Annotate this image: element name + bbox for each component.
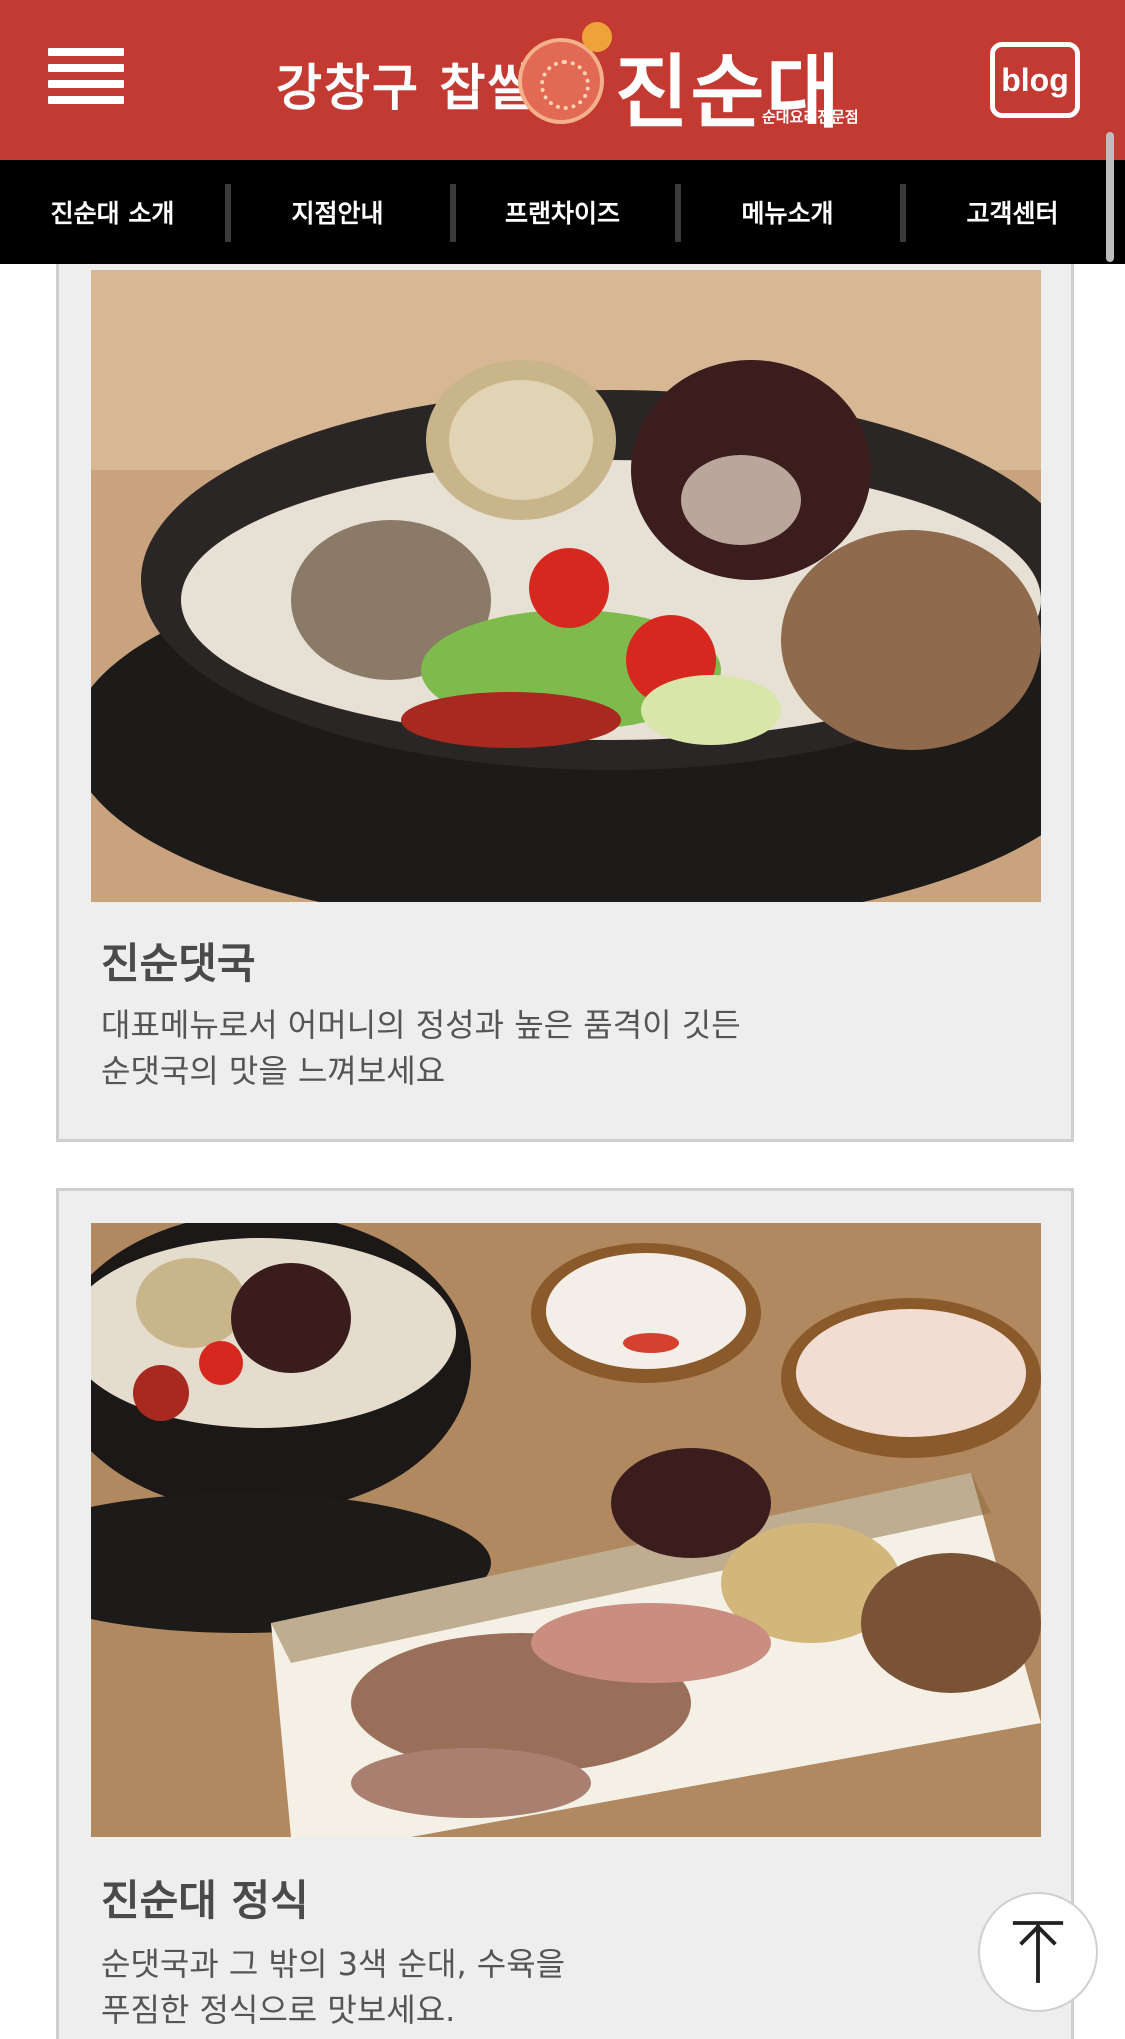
menu-title: 진순대 정식 (101, 1876, 309, 1925)
nav-item-menu[interactable]: 메뉴소개 (675, 160, 900, 264)
menu-description: 대표메뉴로서 어머니의 정성과 높은 품격이 깃든 순댓국의 맛을 느껴보세요 (101, 1006, 741, 1090)
logo-brand-left: 강창구 찹쌀 (276, 58, 536, 117)
menu-description: 순댓국과 그 밖의 3색 순대, 수육을 푸짐한 정식으로 맛보세요. (101, 1945, 566, 2029)
menu-card[interactable]: 진순대 정식 순댓국과 그 밖의 3색 순대, 수육을 푸짐한 정식으로 맛보세… (56, 1188, 1074, 2039)
blog-button[interactable]: blog (990, 42, 1080, 118)
nav-item-franchise[interactable]: 프랜차이즈 (450, 160, 675, 264)
sundae-soup-photo (91, 270, 1041, 902)
site-logo[interactable]: 강창구 찹쌀 진순대 순대요리전문점 (270, 22, 860, 139)
nav-item-branches[interactable]: 지점안내 (225, 160, 450, 264)
logo-brand-sub: 순대요리전문점 (762, 108, 859, 126)
main-nav: 진순대 소개 지점안내 프랜차이즈 메뉴소개 고객센터 (0, 160, 1125, 264)
page-scrollbar[interactable] (1106, 132, 1114, 262)
nav-item-support[interactable]: 고객센터 (900, 160, 1125, 264)
arrow-up-icon (1012, 1921, 1064, 1983)
menu-title: 진순댓국 (101, 939, 256, 988)
site-header: 강창구 찹쌀 진순대 순대요리전문점 blog (0, 0, 1125, 160)
logo-sun-icon (582, 22, 612, 52)
hamburger-menu-icon[interactable] (48, 48, 124, 112)
scroll-top-button[interactable] (978, 1892, 1098, 2012)
menu-card[interactable]: 진순댓국 대표메뉴로서 어머니의 정성과 높은 품격이 깃든 순댓국의 맛을 느… (56, 264, 1074, 1142)
nav-item-intro[interactable]: 진순대 소개 (0, 160, 225, 264)
sundae-set-photo (91, 1223, 1041, 1837)
